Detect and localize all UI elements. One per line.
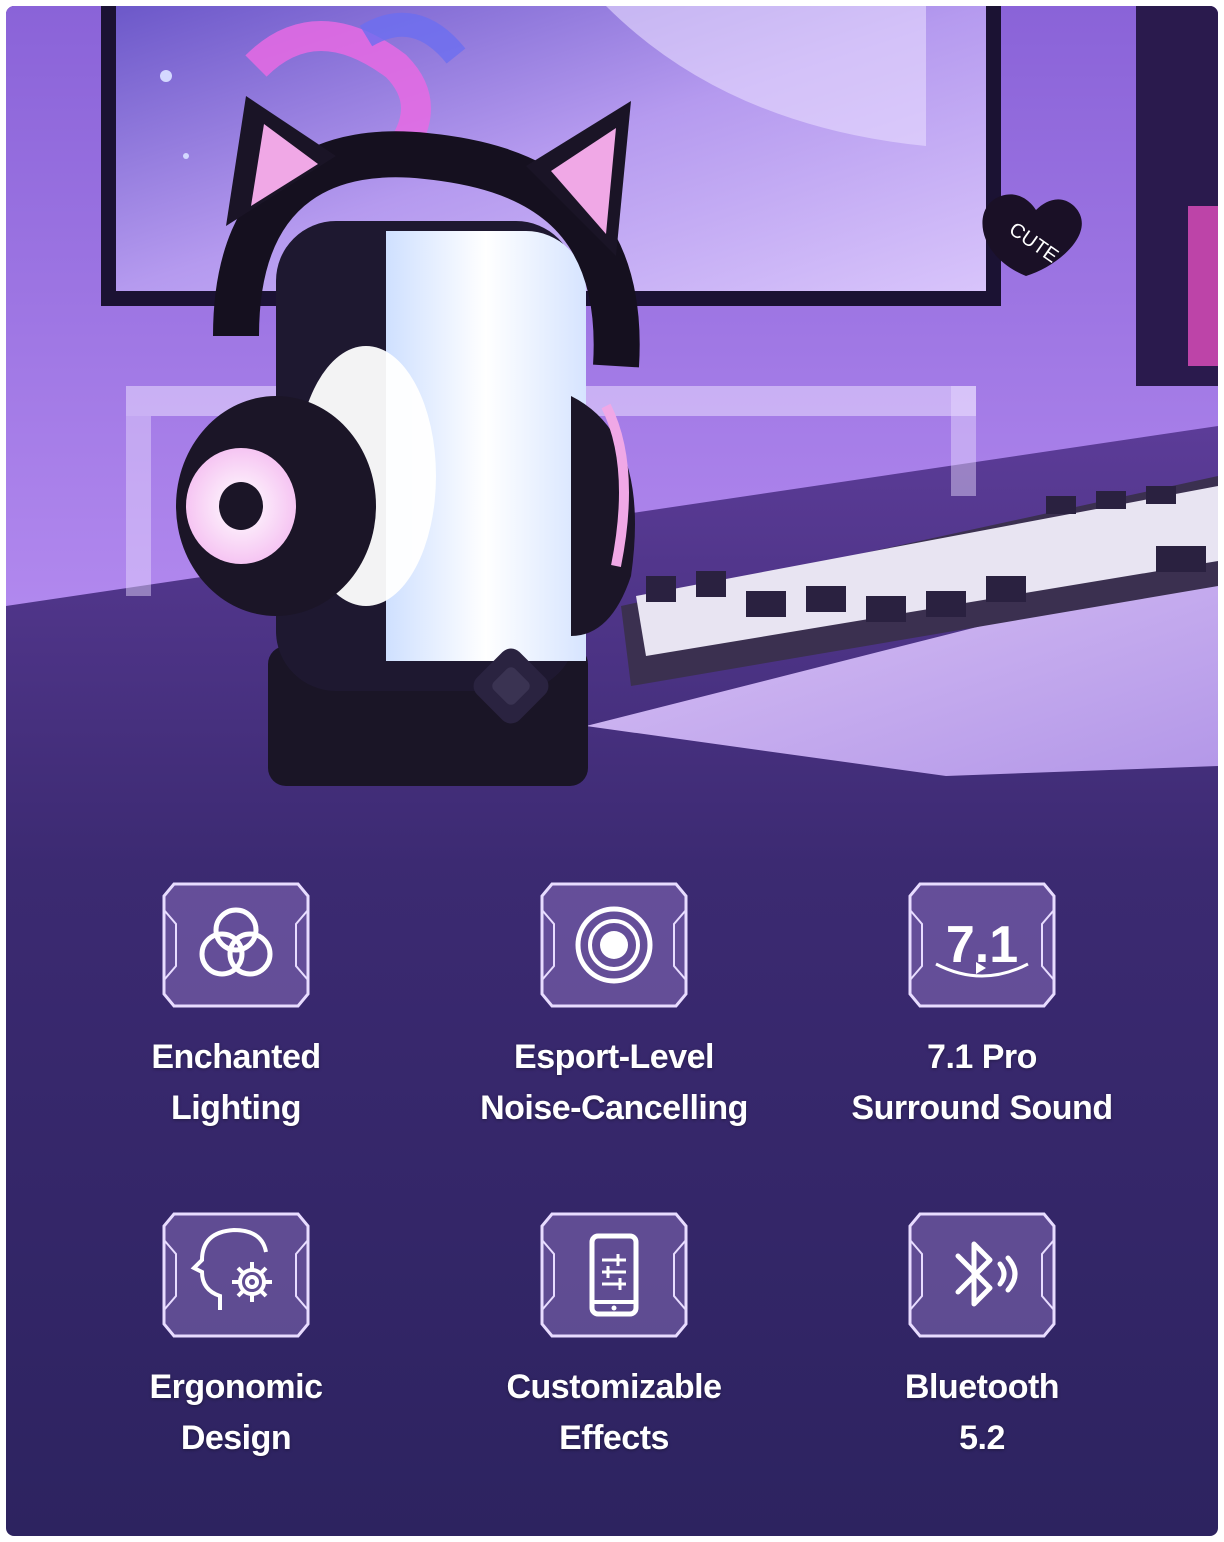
feature-grid: Enchanted Lighting Esport-Level Noise-Ca… xyxy=(6,866,1218,1536)
feature-label: Enchanted Lighting xyxy=(46,1032,426,1134)
feature-icon-frame: 7.1 xyxy=(906,880,1058,1010)
surround-7-1-icon: 7.1 xyxy=(935,916,1029,978)
feature-label: Ergonomic Design xyxy=(46,1362,426,1464)
feature-label-line2: Surround Sound xyxy=(851,1089,1113,1127)
noise-cancel-target-icon xyxy=(575,906,653,984)
feature-label-line2: Effects xyxy=(559,1419,669,1457)
feature-label: Esport-Level Noise-Cancelling xyxy=(424,1032,804,1134)
feature-label-line1: Esport-Level xyxy=(514,1038,714,1076)
surround-icon-text: 7.1 xyxy=(946,916,1018,974)
feature-label-line1: Enchanted xyxy=(151,1038,321,1076)
product-hero-image: CUTE xyxy=(6,6,1218,866)
feature-label: Bluetooth 5.2 xyxy=(792,1362,1172,1464)
product-feature-card: CUTE Enchanted Lighting Esport-Level Noi… xyxy=(6,6,1218,1536)
feature-icon-frame xyxy=(160,880,312,1010)
feature-icon-frame xyxy=(538,880,690,1010)
feature-label-line2: Lighting xyxy=(170,1089,302,1127)
feature-label: Customizable Effects xyxy=(424,1362,804,1464)
feature-icon-frame xyxy=(906,1210,1058,1340)
feature-label-line2: 5.2 xyxy=(959,1419,1005,1457)
feature-label-line1: Bluetooth xyxy=(904,1368,1060,1406)
feature-label-line1: Ergonomic xyxy=(149,1368,323,1406)
feature-label-line1: 7.1 Pro xyxy=(927,1038,1037,1076)
feature-label-line1: Customizable xyxy=(506,1368,722,1406)
feature-icon-frame xyxy=(538,1210,690,1340)
feature-label: 7.1 Pro Surround Sound xyxy=(792,1032,1172,1134)
feature-label-line2: Design xyxy=(180,1419,292,1457)
feature-label-line2: Noise-Cancelling xyxy=(480,1089,748,1127)
feature-icon-frame xyxy=(160,1210,312,1340)
